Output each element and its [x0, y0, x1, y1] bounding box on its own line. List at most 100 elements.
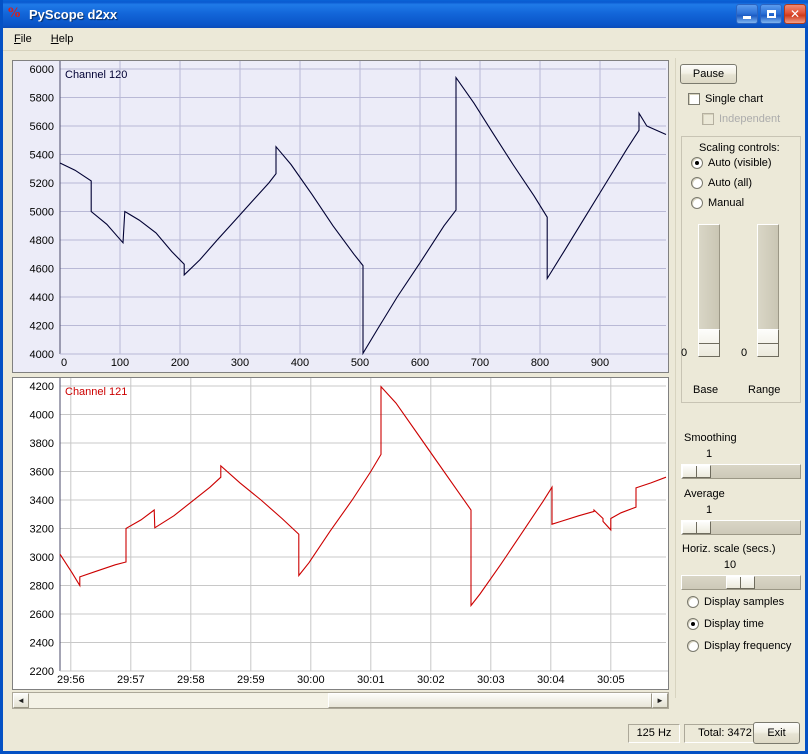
radio-display-time[interactable]: Display time — [687, 618, 764, 630]
range-slider-label: Range — [748, 384, 781, 396]
svg-text:29:58: 29:58 — [177, 674, 205, 686]
scaling-controls-title: Scaling controls: — [697, 142, 782, 154]
smoothing-slider-thumb[interactable] — [682, 465, 711, 478]
minimize-button[interactable] — [736, 4, 758, 24]
svg-text:900: 900 — [591, 357, 609, 369]
chart-top-canvas: 4000420044004600480050005200540056005800… — [13, 61, 668, 372]
menu-item-file-rest: ile — [20, 33, 32, 45]
horiz-scale-slider-thumb[interactable] — [726, 576, 755, 589]
base-slider-label: Base — [693, 384, 719, 396]
radio-auto-all[interactable]: Auto (all) — [691, 177, 752, 189]
chart-channel-121[interactable]: 2200 2400 2600 2800 3000 3200 3400 3600 3800 4000… — [12, 377, 669, 690]
svg-text:30:03: 30:03 — [477, 674, 505, 686]
menu-item-help-rest: elp — [58, 33, 74, 45]
menu-item-file[interactable]: File — [6, 31, 40, 47]
base-slider-value: 0 — [681, 347, 688, 359]
menu-item-help[interactable]: Help — [43, 31, 82, 47]
close-button[interactable]: ✕ — [784, 4, 806, 24]
radio-label-auto-visible: Auto (visible) — [708, 157, 772, 169]
window-title: PyScope d2xx — [29, 6, 118, 22]
checkbox-box-single-chart — [688, 93, 700, 105]
single-chart-checkbox[interactable]: Single chart — [688, 93, 763, 105]
svg-text:0: 0 — [61, 357, 67, 369]
status-bar: 125 Hz Total: 3472 Exit — [3, 715, 805, 751]
svg-text:30:04: 30:04 — [537, 674, 565, 686]
svg-text:200: 200 — [171, 357, 189, 369]
arrow-right-icon: ► — [656, 695, 664, 705]
scrollbar-thumb[interactable] — [328, 693, 652, 708]
svg-text:3600: 3600 — [30, 467, 54, 479]
horiz-scale-value: 10 — [723, 559, 737, 571]
maximize-button[interactable] — [760, 4, 782, 24]
exit-button[interactable]: Exit — [753, 722, 800, 744]
svg-text:5000: 5000 — [30, 207, 54, 219]
pause-button[interactable]: Pause — [680, 64, 737, 84]
single-chart-label: Single chart — [705, 93, 764, 105]
radio-manual[interactable]: Manual — [691, 197, 744, 209]
radio-dot-display-samples — [687, 596, 699, 608]
svg-text:5600: 5600 — [30, 121, 54, 133]
radio-auto-visible[interactable]: Auto (visible) — [691, 157, 772, 169]
radio-label-auto-all: Auto (all) — [708, 177, 753, 189]
close-icon: ✕ — [789, 7, 801, 21]
horiz-scale-slider[interactable] — [681, 575, 801, 590]
radio-display-frequency[interactable]: Display frequency — [687, 640, 791, 652]
base-slider[interactable] — [698, 224, 720, 357]
range-slider-value: 0 — [741, 347, 748, 359]
svg-text:29:59: 29:59 — [237, 674, 265, 686]
svg-text:4800: 4800 — [30, 235, 54, 247]
radio-display-samples[interactable]: Display samples — [687, 596, 784, 608]
control-panel: Pause Single chart Independent Scaling c… — [675, 58, 803, 698]
chart-channel-120[interactable]: 4000 4200 4400 4600 4800 5000 5200 5400 5600 5800… — [12, 60, 669, 373]
scrollbar-track[interactable] — [29, 693, 652, 708]
svg-text:4600: 4600 — [30, 264, 54, 276]
svg-text:5200: 5200 — [30, 178, 54, 190]
svg-text:2200: 2200 — [30, 666, 54, 678]
svg-text:4200: 4200 — [30, 321, 54, 333]
radio-dot-auto-visible — [691, 157, 703, 169]
svg-text:4000: 4000 — [30, 410, 54, 422]
svg-text:4400: 4400 — [30, 292, 54, 304]
radio-label-manual: Manual — [708, 197, 745, 209]
svg-text:30:01: 30:01 — [357, 674, 385, 686]
radio-label-display-samples: Display samples — [704, 596, 785, 608]
svg-text:500: 500 — [351, 357, 369, 369]
svg-text:2600: 2600 — [30, 609, 54, 621]
menu-bar: File Help — [3, 28, 805, 51]
range-slider-thumb[interactable] — [757, 329, 779, 357]
svg-text:3200: 3200 — [30, 524, 54, 536]
radio-dot-auto-all — [691, 177, 703, 189]
svg-text:2400: 2400 — [30, 638, 54, 650]
application-window: % PyScope d2xx ✕ File Help 4000 4200 4400 4… — [0, 0, 808, 754]
scroll-right-button[interactable]: ► — [652, 693, 668, 708]
svg-text:800: 800 — [531, 357, 549, 369]
svg-text:100: 100 — [111, 357, 129, 369]
scroll-left-button[interactable]: ◄ — [13, 693, 29, 708]
svg-text:3000: 3000 — [30, 552, 54, 564]
pyscope-icon: % — [8, 6, 21, 21]
svg-text:3400: 3400 — [30, 495, 54, 507]
checkbox-box-independent — [702, 113, 714, 125]
svg-text:Channel 121: Channel 121 — [65, 386, 127, 398]
svg-text:600: 600 — [411, 357, 429, 369]
horizontal-scrollbar[interactable]: ◄ ► — [12, 692, 669, 709]
radio-label-display-frequency: Display frequency — [704, 640, 792, 652]
average-slider[interactable] — [681, 520, 801, 535]
maximize-icon — [766, 10, 776, 18]
svg-text:5400: 5400 — [30, 150, 54, 162]
average-value: 1 — [705, 504, 713, 516]
svg-text:3800: 3800 — [30, 438, 54, 450]
average-slider-thumb[interactable] — [682, 521, 711, 534]
radio-dot-display-time — [687, 618, 699, 630]
svg-text:29:57: 29:57 — [117, 674, 145, 686]
independent-checkbox: Independent — [702, 113, 780, 125]
minimize-icon — [743, 15, 751, 19]
range-slider[interactable] — [757, 224, 779, 357]
smoothing-value: 1 — [705, 448, 713, 460]
radio-dot-manual — [691, 197, 703, 209]
smoothing-slider[interactable] — [681, 464, 801, 479]
svg-text:700: 700 — [471, 357, 489, 369]
svg-text:29:56: 29:56 — [57, 674, 85, 686]
base-slider-thumb[interactable] — [698, 329, 720, 357]
svg-text:5800: 5800 — [30, 93, 54, 105]
